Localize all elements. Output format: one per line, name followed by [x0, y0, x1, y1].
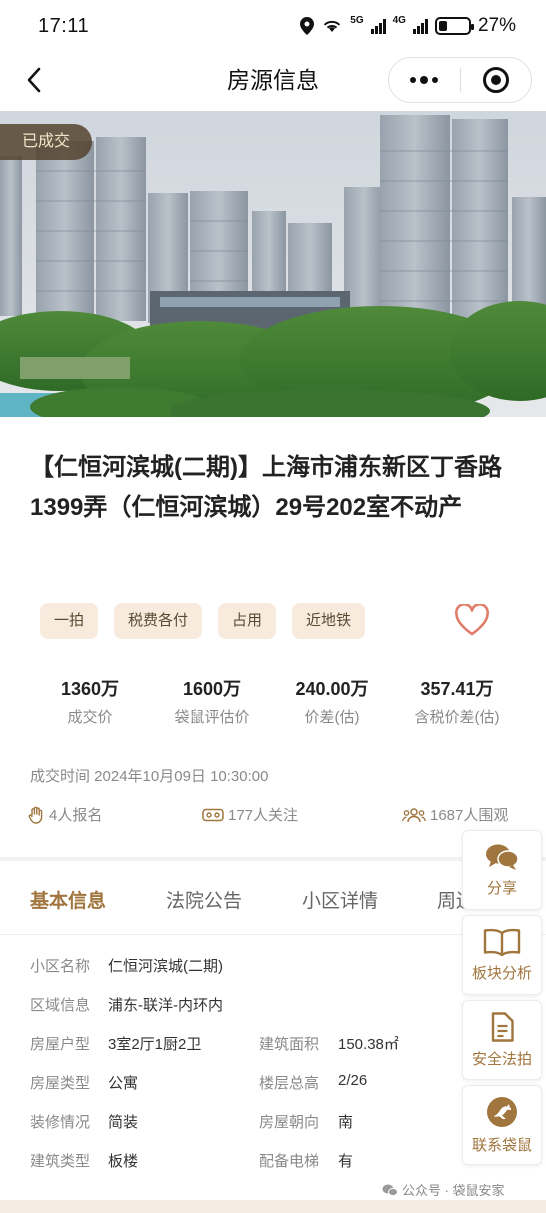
watermark-text: 公众号 · 袋鼠安家 [402, 1183, 505, 1198]
info-value: 板楼 [108, 1153, 139, 1170]
stat-label: 成交价 [67, 709, 113, 726]
signal-4g-icon [412, 18, 428, 34]
status-time: 17:11 [38, 14, 90, 37]
stat-value: 1600万 [182, 679, 242, 699]
stat-value: 1360万 [60, 679, 120, 699]
signal-5g-icon [370, 18, 386, 34]
floating-action-panel: 分享 板块分析 安全法拍 联系袋鼠 [462, 830, 542, 1170]
share-label: 分享 [486, 879, 517, 897]
document-icon [491, 1011, 514, 1042]
contact-button[interactable]: 联系袋鼠 [462, 1085, 542, 1165]
info-label: 楼层总高 [259, 1075, 320, 1092]
deal-time: 成交时间 2024年10月09日 10:30:00 [30, 768, 269, 785]
sold-status-badge: 已成交 [0, 124, 93, 160]
wechat-watermark: 公众号 · 袋鼠安家 [382, 1180, 505, 1199]
info-label: 房屋类型 [30, 1075, 91, 1092]
safe-auction-button[interactable]: 安全法拍 [462, 1000, 542, 1080]
status-bar: 17:11 5G 4G 27% [0, 0, 546, 52]
tag-near-metro: 近地铁 [292, 603, 366, 639]
info-label: 装修情况 [30, 1114, 91, 1131]
open-book-icon [483, 928, 521, 956]
info-label: 区域信息 [30, 997, 91, 1014]
network-5g-label: 5G [350, 15, 364, 26]
info-label: 建筑面积 [259, 1036, 320, 1053]
sector-analysis-button[interactable]: 板块分析 [462, 915, 542, 995]
info-label: 房屋朝向 [259, 1114, 320, 1131]
follower-count: 177人关注 [202, 804, 298, 825]
people-icon [402, 807, 426, 822]
network-4g-label: 4G [392, 15, 406, 26]
battery-level [438, 21, 447, 31]
info-row: 区域信息 浦东-联洋-内环内 [30, 994, 450, 1033]
tag-auction-round: 一拍 [40, 603, 99, 639]
share-button[interactable]: 分享 [462, 830, 542, 910]
bottom-bar-edge [0, 1200, 546, 1213]
info-row: 房屋户型 3室2厅1厨2卫 建筑面积 150.38㎡ [30, 1033, 450, 1072]
status-icons: 5G 4G 27% [300, 15, 516, 37]
listing-title: 【仁恒河滨城(二期)】上海市浦东新区丁香路1399弄（仁恒河滨城）29号202室… [30, 454, 502, 521]
wechat-icon [382, 1184, 398, 1196]
tab-court-notice[interactable]: 法院公告 [166, 886, 242, 913]
heart-icon [455, 604, 489, 636]
stat-label: 袋鼠评估价 [174, 709, 250, 726]
info-label: 建筑类型 [30, 1153, 91, 1170]
stat-estimate: 1600万 袋鼠评估价 [152, 676, 272, 727]
chat-bubbles-icon [486, 844, 519, 870]
info-row: 房屋类型 公寓 楼层总高 2/26 [30, 1072, 450, 1111]
tag-occupied: 占用 [218, 603, 277, 639]
info-value: 浦东-联洋-内环内 [108, 997, 223, 1014]
tab-basic-info[interactable]: 基本信息 [30, 886, 106, 913]
target-icon [482, 67, 509, 93]
info-value: 仁恒河滨城(二期) [108, 958, 223, 975]
info-row: 小区名称 仁恒河滨城(二期) [30, 955, 450, 994]
info-label: 房屋户型 [30, 1036, 91, 1053]
stat-label: 含税价差(估) [414, 709, 500, 726]
info-value: 南 [338, 1114, 354, 1131]
vr-glasses-icon [202, 808, 224, 821]
basic-info-section: 小区名称 仁恒河滨城(二期) 区域信息 浦东-联洋-内环内 房屋户型 3室2厅1… [30, 955, 450, 1189]
hand-icon [28, 806, 43, 824]
battery-icon [434, 17, 474, 35]
info-row: 装修情况 简装 房屋朝向 南 [30, 1111, 450, 1150]
watcher-count: 1687人围观 [402, 804, 508, 825]
more-button[interactable] [389, 58, 460, 102]
info-value: 公寓 [108, 1075, 139, 1092]
price-stats: 1360万 成交价 1600万 袋鼠评估价 240.00万 价差(估) 357.… [28, 676, 522, 727]
info-value: 150.38㎡ [338, 1036, 399, 1053]
location-icon [300, 17, 315, 35]
listing-tags: 一拍 税费各付 占用 近地铁 [40, 603, 366, 639]
stat-price-diff-taxed: 357.41万 含税价差(估) [392, 676, 522, 727]
info-value: 3室2厅1厨2卫 [108, 1036, 202, 1053]
wifi-icon [324, 20, 341, 32]
tag-tax: 税费各付 [114, 603, 203, 639]
favorite-button[interactable] [452, 600, 492, 640]
info-value: 有 [338, 1153, 354, 1170]
signup-count: 4人报名 [28, 804, 102, 825]
info-value: 2/26 [338, 1072, 368, 1089]
stat-label: 价差(估) [304, 709, 360, 726]
stat-value: 357.41万 [420, 679, 494, 699]
battery-percent: 27% [477, 15, 516, 36]
nav-bar: 房源信息 [0, 52, 546, 108]
signup-text: 4人报名 [49, 807, 103, 824]
sector-analysis-label: 板块分析 [471, 964, 532, 982]
kangaroo-logo-icon [487, 1096, 517, 1127]
safe-auction-label: 安全法拍 [471, 1050, 532, 1068]
watcher-text: 1687人围观 [430, 807, 509, 824]
info-value: 简装 [108, 1114, 139, 1131]
stat-price-diff: 240.00万 价差(估) [272, 676, 392, 727]
miniprogram-capsule [388, 57, 532, 103]
stat-value: 240.00万 [295, 679, 369, 699]
stat-deal-price: 1360万 成交价 [28, 676, 152, 727]
contact-label: 联系袋鼠 [471, 1136, 532, 1154]
more-dots-icon [410, 76, 439, 84]
info-label: 配备电梯 [259, 1153, 320, 1170]
engagement-meta: 4人报名 177人关注 1687人围观 [28, 804, 522, 828]
tab-community-details[interactable]: 小区详情 [302, 886, 378, 913]
close-miniprogram-button[interactable] [461, 58, 532, 102]
follower-text: 177人关注 [228, 807, 299, 824]
info-label: 小区名称 [30, 958, 91, 975]
